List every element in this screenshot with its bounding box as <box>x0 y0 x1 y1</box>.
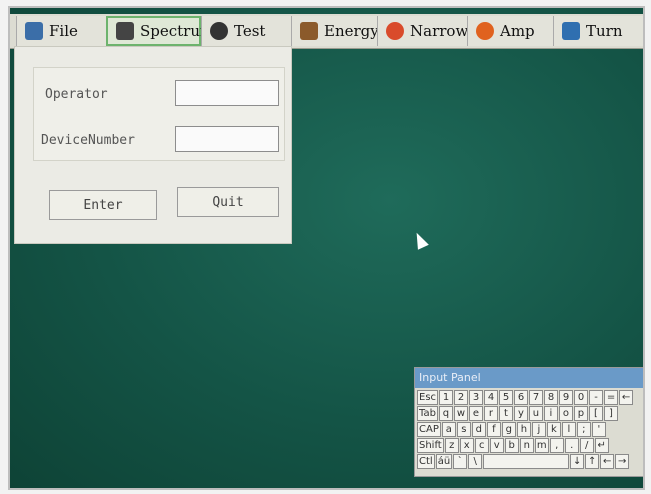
key[interactable]: e <box>468 406 483 421</box>
caps-key[interactable]: CAP <box>417 422 441 437</box>
key[interactable]: 6 <box>514 390 529 405</box>
toolbar-label: Amp <box>500 22 535 40</box>
key[interactable]: . <box>564 438 579 453</box>
key[interactable]: p <box>573 406 588 421</box>
key[interactable]: f <box>486 422 501 437</box>
key[interactable]: = <box>604 390 619 405</box>
backspace-key[interactable]: ← <box>619 390 634 405</box>
key[interactable]: ] <box>603 406 618 421</box>
key[interactable]: 1 <box>439 390 454 405</box>
key[interactable]: q <box>438 406 453 421</box>
key[interactable]: ` <box>453 454 468 469</box>
toolbar-spectrum-button[interactable]: Spectrum <box>106 16 214 46</box>
key[interactable]: 3 <box>469 390 484 405</box>
key[interactable]: u <box>528 406 543 421</box>
key[interactable]: y <box>513 406 528 421</box>
toolbar-file-button[interactable]: File <box>16 16 106 46</box>
plus-circle-icon <box>476 22 494 40</box>
key[interactable]: g <box>501 422 516 437</box>
key[interactable]: d <box>471 422 486 437</box>
key[interactable]: [ <box>588 406 603 421</box>
key[interactable]: k <box>546 422 561 437</box>
minus-circle-icon <box>386 22 404 40</box>
key[interactable]: n <box>519 438 534 453</box>
book-icon <box>300 22 318 40</box>
keyboard-row: Shift z x c v b n m , . / ↵ <box>417 438 609 453</box>
key[interactable]: ; <box>576 422 591 437</box>
mouse-pointer-icon <box>411 230 429 250</box>
key[interactable]: s <box>456 422 471 437</box>
key[interactable]: x <box>459 438 474 453</box>
key[interactable]: → <box>615 454 630 469</box>
toolbar-label: File <box>49 22 78 40</box>
key[interactable]: h <box>516 422 531 437</box>
keyboard-row: Tab q w e r t y u i o p [ ] <box>417 406 618 421</box>
device-number-input[interactable] <box>175 126 279 152</box>
speaker-icon <box>116 22 134 40</box>
key[interactable]: 5 <box>499 390 514 405</box>
keyboard-row: Ctl áü ` \ ↓ ↑ ← → <box>417 454 630 469</box>
keyboard-title: Input Panel <box>415 368 643 388</box>
key[interactable]: ↑ <box>585 454 600 469</box>
key[interactable]: / <box>579 438 594 453</box>
key[interactable]: 2 <box>454 390 469 405</box>
toolbar-label: Narrow <box>410 22 469 40</box>
key[interactable]: v <box>489 438 504 453</box>
enter-button[interactable]: Enter <box>49 190 157 220</box>
key[interactable]: 9 <box>559 390 574 405</box>
toolbar-test-button[interactable]: Test <box>201 16 291 46</box>
key[interactable]: z <box>444 438 459 453</box>
key[interactable]: j <box>531 422 546 437</box>
toolbar-label: Energy <box>324 22 379 40</box>
toolbar: File Spectrum Test Energy Narrow Amp Tur… <box>10 14 643 49</box>
toolbar-label: Turn <box>586 22 623 40</box>
person-icon <box>210 22 228 40</box>
toolbar-narrow-button[interactable]: Narrow <box>377 16 469 46</box>
toolbar-label: Test <box>234 22 266 40</box>
key[interactable]: ↓ <box>570 454 585 469</box>
key[interactable]: ← <box>600 454 615 469</box>
keyboard-row: CAP a s d f g h j k l ; ' <box>417 422 606 437</box>
key[interactable]: b <box>504 438 519 453</box>
toolbar-amp-button[interactable]: Amp <box>467 16 553 46</box>
space-key[interactable] <box>483 454 570 469</box>
operator-label: Operator <box>45 87 108 102</box>
key[interactable]: t <box>498 406 513 421</box>
key[interactable]: o <box>558 406 573 421</box>
desktop: File Spectrum Test Energy Narrow Amp Tur… <box>8 6 645 490</box>
key[interactable]: a <box>441 422 456 437</box>
key[interactable]: r <box>483 406 498 421</box>
key[interactable]: ' <box>591 422 606 437</box>
key[interactable]: 8 <box>544 390 559 405</box>
key[interactable]: \ <box>468 454 483 469</box>
key[interactable]: Esc <box>417 390 439 405</box>
ctrl-key[interactable]: Ctl <box>417 454 435 469</box>
toolbar-turn-button[interactable]: Turn <box>553 16 643 46</box>
key[interactable]: 7 <box>529 390 544 405</box>
key[interactable]: 0 <box>574 390 589 405</box>
key[interactable]: l <box>561 422 576 437</box>
toolbar-energy-button[interactable]: Energy <box>291 16 379 46</box>
shift-key[interactable]: Shift <box>417 438 444 453</box>
key[interactable]: m <box>534 438 549 453</box>
enter-key[interactable]: ↵ <box>594 438 609 453</box>
operator-input[interactable] <box>175 80 279 106</box>
key[interactable]: c <box>474 438 489 453</box>
keyboard-row: Esc 1 2 3 4 5 6 7 8 9 0 - = ← <box>417 390 634 405</box>
quit-button[interactable]: Quit <box>177 187 279 217</box>
key[interactable]: 4 <box>484 390 499 405</box>
key[interactable]: w <box>453 406 468 421</box>
tab-key[interactable]: Tab <box>417 406 438 421</box>
alt-chars-key[interactable]: áü <box>435 454 453 469</box>
key[interactable]: - <box>589 390 604 405</box>
monitor-icon <box>25 22 43 40</box>
login-dialog: Operator DeviceNumber Enter Quit <box>14 46 292 244</box>
device-number-label: DeviceNumber <box>41 133 135 148</box>
key[interactable]: i <box>543 406 558 421</box>
on-screen-keyboard: Input Panel Esc 1 2 3 4 5 6 7 8 9 0 - = … <box>414 367 643 477</box>
arrow-icon <box>562 22 580 40</box>
key[interactable]: , <box>549 438 564 453</box>
